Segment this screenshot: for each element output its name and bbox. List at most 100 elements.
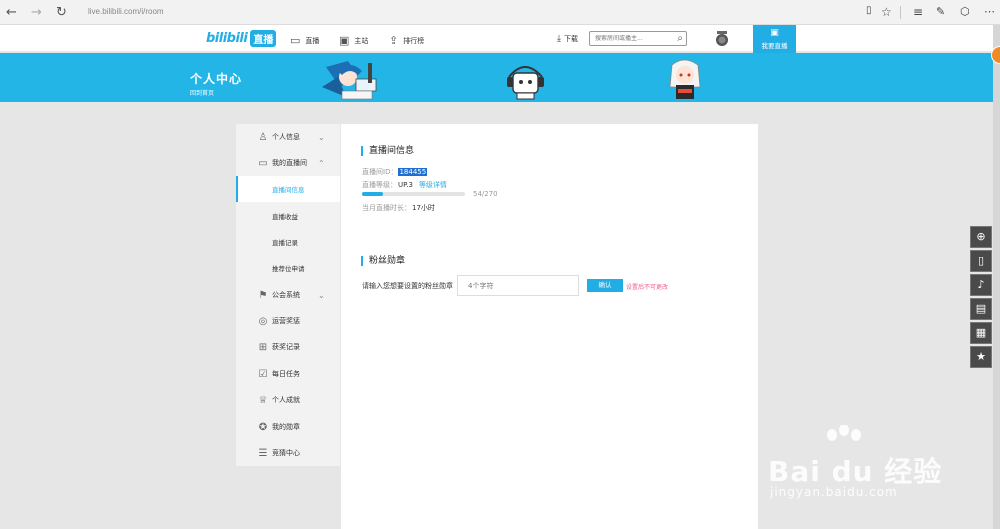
favorite-star-icon[interactable]: ☆ — [881, 5, 892, 19]
page-scrollbar[interactable] — [993, 25, 1000, 529]
nav-live-label: 直播 — [305, 36, 320, 45]
tv-mascot-illustration — [507, 66, 544, 100]
floating-toolbar: ⊕ ▯ ♪ ▤ ▦ ★ — [970, 226, 992, 370]
sidebar-item-quiz-center[interactable]: ☰ 竞猜中心 — [236, 440, 340, 466]
main-content: 直播间信息 直播间ID： 184455 直播等级： UP.3 等级详情 54/2… — [341, 124, 758, 529]
monitor-icon: ▭ — [290, 34, 301, 47]
go-live-label: 我要直播 — [761, 42, 788, 50]
upload-icon: ⇪ — [389, 34, 399, 47]
room-id-label: 直播间ID： — [362, 168, 398, 176]
gallery-icon[interactable]: ▦ — [970, 322, 992, 344]
phone-icon[interactable]: ▯ — [970, 250, 992, 272]
sidebar-item-label: 个人成就 — [272, 396, 300, 404]
fan-medal-label: 请输入您想要设置的粉丝勋章 — [362, 282, 453, 290]
bilibili-live-logo[interactable]: bilibili 直播 — [206, 30, 277, 47]
go-live-button[interactable]: ▣ 我要直播 — [753, 25, 796, 54]
reading-view-icon[interactable]: ▯ — [866, 5, 872, 16]
personal-center-banner: 个人中心 回到首页 — [0, 53, 1000, 102]
medal-icon: ◎ — [258, 315, 268, 327]
page-title: 个人中心 — [190, 72, 243, 86]
sidebar-item-label: 每日任务 — [272, 370, 300, 378]
chevron-up-icon: ⌃ — [318, 158, 325, 168]
mascot-girl-illustration — [322, 61, 377, 100]
nav-main-site-label: 主站 — [354, 36, 369, 45]
sidebar-item-label: 直播记录 — [272, 239, 298, 247]
chevron-down-icon: ⌄ — [318, 132, 325, 142]
sidebar-item-awards[interactable]: ⊞ 获奖记录 — [236, 334, 340, 360]
tv-icon: ▣ — [339, 34, 350, 47]
logo-text: bilibili — [206, 31, 248, 46]
more-icon[interactable]: ⋯ — [984, 5, 995, 18]
badge-icon: ✪ — [258, 421, 268, 433]
nav-main-site[interactable]: ▣ 主站 — [339, 34, 368, 47]
room-level-label: 直播等级： — [362, 181, 397, 189]
level-progress-fill — [362, 192, 383, 196]
logo-live-badge: 直播 — [250, 30, 277, 47]
fan-medal-input[interactable] — [457, 275, 579, 296]
sidebar-sub-recommend[interactable]: 推荐位申请 — [236, 255, 340, 281]
gift-icon: ⊞ — [258, 341, 268, 353]
room-id-value[interactable]: 184455 — [398, 168, 428, 176]
bell-icon[interactable]: ♪ — [970, 274, 992, 296]
sidebar-item-label: 我的直播间 — [272, 159, 307, 167]
sidebar-item-daily-tasks[interactable]: ☑ 每日任务 — [236, 361, 340, 387]
sidebar-item-label: 推荐位申请 — [272, 265, 305, 273]
download-link[interactable]: ⤓ 下载 — [557, 34, 578, 44]
sidebar-item-label: 竞猜中心 — [272, 449, 300, 457]
ticket-icon[interactable]: ▤ — [970, 298, 992, 320]
download-label: 下载 — [563, 35, 578, 43]
site-header: bilibili 直播 ▭ 直播 ▣ 主站 ⇪ 排行榜 ⤓ 下载 ⌕ — [0, 25, 1000, 52]
level-progress-text: 54/270 — [473, 190, 498, 198]
sidebar-item-personal-info[interactable]: ♙ 个人信息 ⌄ — [236, 124, 340, 150]
nav-ranking[interactable]: ⇪ 排行榜 — [389, 34, 424, 47]
user-avatar[interactable] — [714, 29, 730, 48]
room-level-row: 直播等级： UP.3 等级详情 — [362, 180, 447, 190]
sidebar-sub-records[interactable]: 直播记录 — [236, 229, 340, 255]
broadcast-icon: ▣ — [770, 28, 779, 38]
monthly-duration-value: 17小时 — [412, 204, 435, 212]
search-input[interactable] — [595, 35, 670, 42]
address-bar[interactable]: live.bilibili.com/i/room — [88, 7, 164, 16]
lifebuoy-icon[interactable]: ⊕ — [970, 226, 992, 248]
sidebar-item-label: 运营奖惩 — [272, 317, 300, 325]
nav-live[interactable]: ▭ 直播 — [290, 34, 319, 47]
back-icon[interactable]: ← — [6, 5, 17, 20]
level-progress-bar — [362, 192, 465, 196]
tv-icon: ▭ — [258, 157, 268, 169]
hub-icon[interactable]: ≡ — [913, 5, 923, 19]
search-icon[interactable]: ⌕ — [677, 33, 683, 44]
calendar-check-icon: ☑ — [258, 368, 268, 380]
sidebar-item-label: 获奖记录 — [272, 343, 300, 351]
room-id-row: 直播间ID： 184455 — [362, 167, 428, 177]
forward-icon[interactable]: → — [31, 5, 42, 20]
level-details-link[interactable]: 等级详情 — [419, 180, 447, 190]
web-note-icon[interactable]: ✎ — [936, 5, 945, 18]
fan-medal-title: 粉丝勋章 — [361, 256, 405, 266]
user-icon: ♙ — [258, 131, 268, 143]
medal-warning-text: 设置后不可更改 — [626, 284, 669, 291]
room-level-value: UP.3 — [398, 181, 413, 189]
sidebar-nav: ♙ 个人信息 ⌄ ▭ 我的直播间 ⌃ 直播间信息 直播收益 直播记录 推荐位申请… — [236, 124, 340, 466]
list-icon: ☰ — [258, 447, 268, 459]
sidebar-item-my-room[interactable]: ▭ 我的直播间 ⌃ — [236, 150, 340, 176]
search-box: ⌕ — [589, 31, 687, 46]
star-icon[interactable]: ★ — [970, 346, 992, 368]
share-icon[interactable]: ⬡ — [960, 5, 970, 18]
toolbar-divider — [900, 6, 901, 19]
baidu-watermark-url: jingyan.baidu.com — [770, 485, 898, 499]
sidebar-item-label: 直播间信息 — [272, 186, 305, 194]
refresh-icon[interactable]: ↻ — [56, 5, 67, 20]
baidu-watermark: Bai du 经验 — [768, 455, 943, 488]
sidebar-item-operations[interactable]: ◎ 运营奖惩 — [236, 308, 340, 334]
room-info-title: 直播间信息 — [361, 146, 414, 156]
sidebar-item-guild[interactable]: ⚑ 公会系统 ⌄ — [236, 282, 340, 308]
sidebar-sub-room-info[interactable]: 直播间信息 — [236, 176, 340, 202]
browser-toolbar: ← → ↻ live.bilibili.com/i/room ▯ ☆ ≡ ✎ ⬡… — [0, 0, 1000, 25]
back-home-link[interactable]: 回到首页 — [190, 88, 214, 97]
download-icon: ⤓ — [557, 34, 561, 44]
nav-ranking-label: 排行榜 — [403, 36, 425, 45]
confirm-button[interactable]: 确认 — [587, 279, 623, 292]
sidebar-item-achievements[interactable]: ♕ 个人成就 — [236, 387, 340, 413]
sidebar-sub-revenue[interactable]: 直播收益 — [236, 203, 340, 229]
sidebar-item-my-badges[interactable]: ✪ 我的勋章 — [236, 414, 340, 440]
